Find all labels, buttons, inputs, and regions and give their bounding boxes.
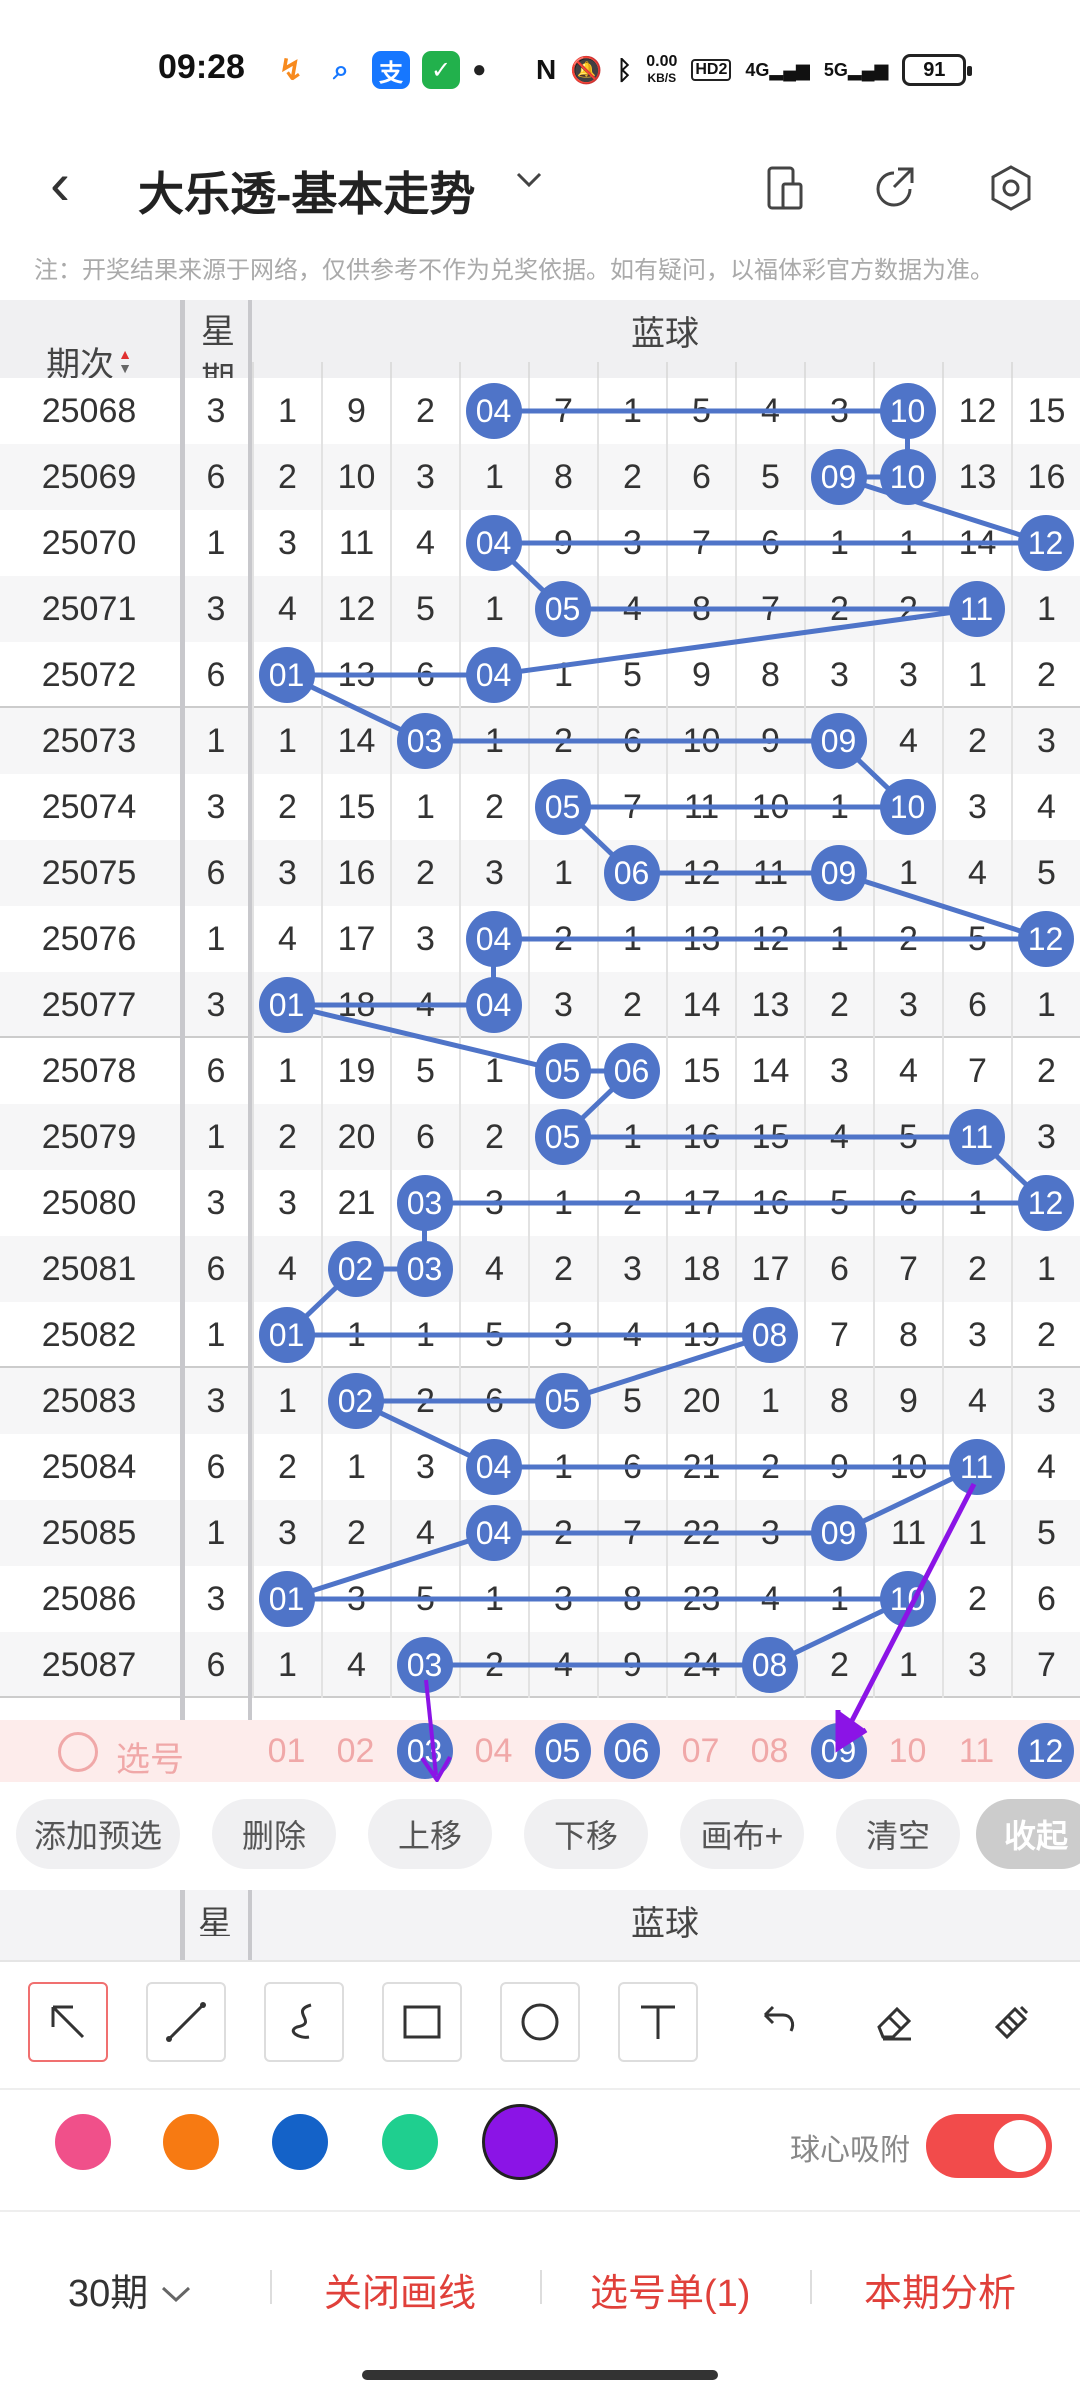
- period-select[interactable]: 30期: [68, 2262, 193, 2317]
- eraser-icon[interactable]: [854, 1982, 934, 2062]
- curve-tool-icon[interactable]: [264, 1982, 344, 2062]
- hit-ball[interactable]: 06: [603, 1043, 660, 1099]
- disclaimer-note: 注：开奖结果来源于网络，仅供参考不作为兑奖依据。如有疑问，以福体彩官方数据为准。: [34, 257, 994, 284]
- collapse-button[interactable]: 收起: [976, 1799, 1080, 1869]
- toggle-knob: [994, 2120, 1046, 2172]
- snap-label: 球心吸附: [790, 2134, 910, 2167]
- rect-tool-icon[interactable]: [382, 1982, 462, 2062]
- hit-ball[interactable]: 05: [534, 1043, 591, 1099]
- hit-ball[interactable]: 12: [1017, 911, 1074, 967]
- hit-ball[interactable]: 10: [879, 779, 936, 835]
- trend-line: [561, 1332, 771, 1404]
- page-title[interactable]: 大乐透-基本走势: [138, 158, 475, 224]
- color-swatch[interactable]: [55, 2114, 111, 2170]
- back-icon[interactable]: ‹: [50, 140, 100, 235]
- hit-ball[interactable]: 01: [258, 977, 315, 1033]
- hit-ball[interactable]: 03: [396, 1175, 453, 1231]
- clear-button[interactable]: 清空: [836, 1799, 960, 1869]
- text-tool-icon[interactable]: [618, 1982, 698, 2062]
- hit-ball[interactable]: 12: [1017, 1175, 1074, 1231]
- clock: 09:28: [158, 48, 245, 86]
- status-bar: 09:28 ↯ ⌕ 支 ✓ ● N 🔕 ᛒ 0.00 KB/S HD2 4G▂▄▆…: [0, 0, 1080, 140]
- close-drawing-button[interactable]: 关闭画线: [324, 2262, 476, 2317]
- hit-ball[interactable]: 05: [534, 1109, 591, 1165]
- snap-toggle[interactable]: [926, 2114, 1052, 2178]
- trend-line: [837, 870, 1047, 942]
- move-up-button[interactable]: 上移: [368, 1799, 492, 1869]
- delete-button[interactable]: 删除: [212, 1799, 336, 1869]
- dot-icon: ●: [472, 56, 487, 83]
- hit-ball[interactable]: 09: [810, 449, 867, 505]
- home-indicator: [362, 2370, 718, 2380]
- hit-ball[interactable]: 02: [327, 1241, 384, 1297]
- brush-icon[interactable]: [970, 1982, 1050, 2062]
- hd-icon: HD2: [691, 59, 732, 81]
- hit-ball[interactable]: 03: [396, 713, 453, 769]
- app-orange-icon: ↯: [272, 51, 310, 89]
- circle-tool-icon[interactable]: [500, 1982, 580, 2062]
- period-analysis-button[interactable]: 本期分析: [864, 2262, 1016, 2317]
- hit-ball[interactable]: 04: [465, 383, 522, 439]
- hit-ball[interactable]: 09: [810, 845, 867, 901]
- share-icon[interactable]: [860, 140, 930, 235]
- line-tool-icon[interactable]: [146, 1982, 226, 2062]
- mute-icon: 🔕: [570, 54, 603, 85]
- sticky-header-copy: 星期 蓝球: [0, 1890, 1080, 1960]
- search-app-icon: ⌕: [322, 51, 360, 89]
- phone-split-icon[interactable]: [750, 140, 820, 235]
- hit-ball[interactable]: 01: [258, 647, 315, 703]
- color-swatch[interactable]: [482, 2104, 558, 2180]
- hit-ball[interactable]: 04: [465, 977, 522, 1033]
- hit-ball[interactable]: 05: [534, 779, 591, 835]
- chevron-down-icon[interactable]: [512, 162, 546, 204]
- pick-list-button[interactable]: 选号单(1): [590, 2262, 750, 2317]
- action-toolbar: 添加预选 删除 上移 下移 画布+ 清空 收起: [0, 1782, 1080, 1882]
- hit-ball[interactable]: 06: [603, 845, 660, 901]
- hit-ball[interactable]: 01: [258, 1307, 315, 1363]
- color-swatch[interactable]: [382, 2114, 438, 2170]
- bottom-bar: 30期 关闭画线 选号单(1) 本期分析: [0, 2210, 1080, 2360]
- undo-icon[interactable]: [736, 1982, 816, 2062]
- nfc-icon: N: [536, 54, 557, 85]
- arrow-tool-icon[interactable]: [28, 1982, 108, 2062]
- canvas-plus-button[interactable]: 画布+: [680, 1799, 804, 1869]
- hit-ball[interactable]: 09: [810, 713, 867, 769]
- hit-ball[interactable]: 04: [465, 647, 522, 703]
- hit-ball[interactable]: 04: [465, 911, 522, 967]
- battery-icon: 91: [902, 54, 973, 86]
- hit-ball[interactable]: 12: [1017, 515, 1074, 571]
- divider: [540, 2270, 542, 2304]
- hit-ball[interactable]: 10: [879, 383, 936, 439]
- hit-ball[interactable]: 10: [879, 449, 936, 505]
- hit-ball[interactable]: 03: [396, 1241, 453, 1297]
- hit-ball[interactable]: 11: [948, 581, 1005, 637]
- trend-line: [285, 1002, 564, 1074]
- hit-ball[interactable]: 11: [948, 1109, 1005, 1165]
- alipay-icon: 支: [372, 51, 410, 89]
- move-down-button[interactable]: 下移: [524, 1799, 648, 1869]
- divider: [810, 2270, 812, 2304]
- week-header-copy: 星期: [198, 1905, 232, 1936]
- signal-4g-icon: 4G▂▄▆: [745, 59, 810, 80]
- trend-line: [837, 474, 1047, 546]
- blue-header-copy: 蓝球: [631, 1905, 699, 1943]
- app-header: ‹ 大乐透-基本走势: [0, 140, 1080, 235]
- hit-ball[interactable]: 05: [534, 581, 591, 637]
- hit-ball[interactable]: 04: [465, 515, 522, 571]
- hit-ball[interactable]: 08: [741, 1307, 798, 1363]
- signal-5g-icon: 5G▂▄▆: [823, 59, 889, 80]
- chevron-down-icon: [161, 2286, 190, 2303]
- color-swatch[interactable]: [163, 2114, 219, 2170]
- divider: [0, 2088, 1080, 2090]
- net-speed: 0.00 KB/S: [646, 53, 678, 86]
- shield-app-icon: ✓: [422, 51, 460, 89]
- divider: [270, 2270, 272, 2304]
- color-swatch[interactable]: [272, 2114, 328, 2170]
- add-preselect-button[interactable]: 添加预选: [16, 1799, 180, 1869]
- settings-icon[interactable]: [976, 140, 1046, 235]
- bluetooth-icon: ᛒ: [616, 54, 633, 85]
- drawn-arrows: [420, 1482, 977, 1784]
